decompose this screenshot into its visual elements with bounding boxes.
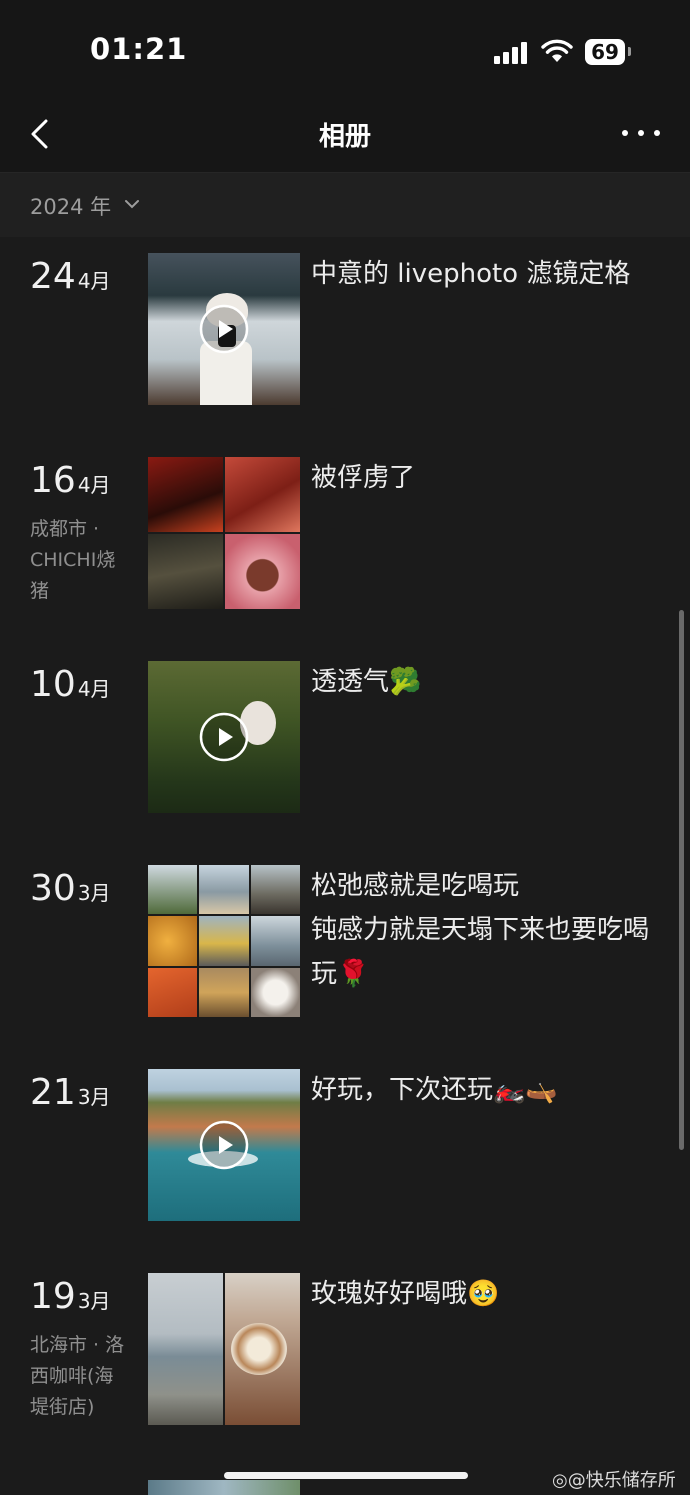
entry-month: 3月 [77,1289,111,1313]
entry-date: 24 4月 [30,256,111,297]
entry-caption: 透透气🥦 [311,667,422,697]
entry-location: 成都市 · CHICHI烧猪 [30,518,116,602]
scrollbar[interactable] [679,610,684,1150]
photo-cell[interactable] [225,457,300,532]
photo-cell[interactable] [199,916,249,966]
nav-bar: 相册 [0,100,690,172]
photo-cell[interactable] [148,916,198,966]
album-entry[interactable]: 24 4月 中意的 livephoto 滤镜定格 [0,236,690,416]
battery-tip [628,47,631,56]
more-options-icon[interactable] [618,128,664,140]
entry-day: 21 [30,1072,76,1113]
album-entry[interactable]: 10 4月 透透气🥦 [0,644,690,824]
status-time: 01:21 [90,32,188,66]
photo-grid-thumbnail[interactable] [148,1273,300,1425]
cellular-signal-icon [494,42,530,64]
photo-cell[interactable] [250,967,300,1017]
entry-caption: 中意的 livephoto 滤镜定格 [311,259,631,289]
home-indicator[interactable] [224,1472,468,1479]
entry-month: 3月 [77,1085,111,1109]
entry-location: 北海市 · 洛西咖啡(海堤街店) [30,1334,125,1418]
entry-date: 10 4月 [30,664,111,705]
album-entry[interactable]: 19 3月 北海市 · 洛西咖啡(海堤街店) 玫瑰好好喝哦🥹 [0,1256,690,1436]
entry-month: 3月 [77,881,111,905]
wifi-icon [541,39,573,62]
video-thumbnail[interactable] [148,1069,300,1221]
photo-cell[interactable] [250,916,300,966]
play-icon[interactable] [199,304,249,354]
video-thumbnail[interactable] [148,661,300,813]
video-thumbnail[interactable] [148,253,300,405]
photo-cell[interactable] [148,534,223,609]
album-entry[interactable]: 16 4月 成都市 · CHICHI烧猪 被俘虏了 [0,440,690,620]
photo-cell[interactable] [250,865,300,915]
entry-day: 16 [30,460,76,501]
photo-cell[interactable] [148,1273,223,1425]
album-entry[interactable]: 30 3月 松弛感就是吃喝玩 钝感力就是天塌下来也要吃喝玩🌹 [0,848,690,1028]
chevron-down-icon[interactable] [124,199,140,209]
photo-cell[interactable] [148,457,223,532]
photo-cell[interactable] [199,967,249,1017]
entry-day: 24 [30,256,76,297]
entry-month: 4月 [77,677,111,701]
status-bar: 01:21 69 [0,0,690,100]
year-filter-bar[interactable]: 2024 年 [0,172,690,237]
partial-entry-thumbnail[interactable] [148,1480,300,1495]
photo-cell[interactable] [148,967,198,1017]
page-title: 相册 [318,122,371,152]
photo-grid-thumbnail[interactable] [148,457,300,609]
photo-cell[interactable] [148,865,198,915]
entry-day: 19 [30,1276,76,1317]
entry-date: 16 4月 [30,460,111,501]
entry-caption: 好玩，下次还玩🏍️🛶 [311,1075,558,1105]
photo-cell[interactable] [225,1273,300,1425]
entry-month: 4月 [77,269,111,293]
entry-date: 30 3月 [30,868,111,909]
entry-date: 21 3月 [30,1072,111,1113]
battery-indicator: 69 [585,39,625,65]
entry-day: 30 [30,868,76,909]
photo-grid-thumbnail[interactable] [148,865,300,1017]
entry-month: 4月 [77,473,111,497]
year-selector[interactable]: 2024 年 [30,191,111,221]
watermark: ◎@快乐储存所 [552,1466,676,1492]
entry-date: 19 3月 [30,1276,111,1317]
play-icon[interactable] [199,1120,249,1170]
album-entry[interactable]: 21 3月 好玩，下次还玩🏍️🛶 [0,1052,690,1232]
entry-caption: 松弛感就是吃喝玩 钝感力就是天塌下来也要吃喝玩🌹 [311,871,650,989]
entry-caption: 被俘虏了 [311,463,416,493]
photo-cell[interactable] [225,534,300,609]
weibo-icon: ◎ [552,1470,568,1491]
watermark-text: @快乐储存所 [567,1470,676,1491]
entry-caption: 玫瑰好好喝哦🥹 [311,1279,500,1309]
entry-day: 10 [30,664,76,705]
photo-cell[interactable] [199,865,249,915]
play-icon[interactable] [199,712,249,762]
